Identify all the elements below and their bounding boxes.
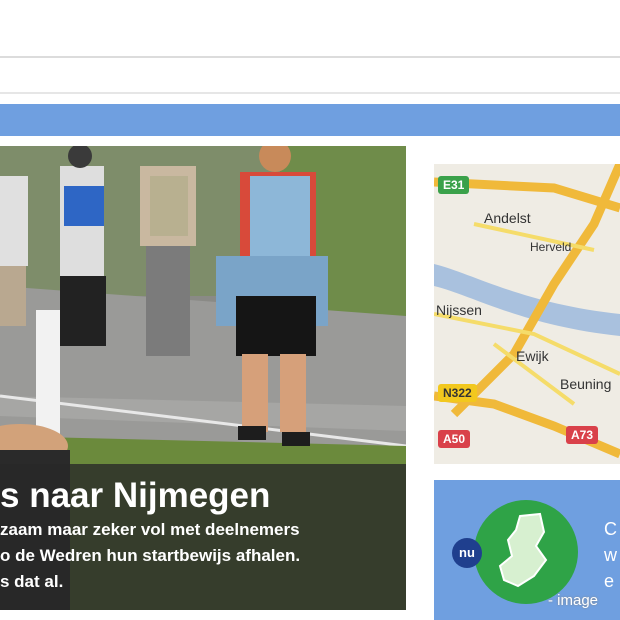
map-place-label: Beuning: [560, 376, 612, 392]
map-place-label: Andelst: [484, 210, 531, 226]
map-place-label: Herveld: [530, 240, 572, 254]
hero-summary-line: s dat al.: [0, 572, 64, 591]
hero-summary-line: o de Wedren hun startbewijs afhalen.: [0, 546, 301, 565]
map-place-label: Nijssen: [436, 302, 482, 318]
promo-text: C w e: [604, 519, 617, 591]
hero-photo[interactable]: s naar Nijmegen zaam maar zeker vol met …: [0, 146, 406, 610]
road-shield-n322: N322: [438, 384, 477, 402]
hero-caption: s naar Nijmegen zaam maar zeker vol met …: [0, 464, 406, 610]
navigation-bar: [0, 104, 620, 136]
header-divider: [0, 56, 620, 58]
netherlands-outline-icon: [498, 512, 548, 588]
road-shield-a50: A50: [438, 430, 471, 448]
hero-headline[interactable]: s naar Nijmegen: [0, 476, 270, 516]
route-map[interactable]: E31 Andelst Herveld Nijssen Ewijk Beunin…: [434, 164, 620, 464]
image-caption-label: - image: [548, 592, 599, 609]
map-place-label: Ewijk: [516, 348, 549, 364]
road-shield-a73: A73: [566, 426, 599, 444]
header-divider-secondary: [0, 92, 620, 94]
hero-summary-line: zaam maar zeker vol met deelnemers: [0, 520, 300, 539]
netherlands-map-icon: [474, 500, 578, 604]
nu-logo[interactable]: nu: [452, 538, 482, 568]
road-shield-e31: E31: [438, 176, 470, 194]
